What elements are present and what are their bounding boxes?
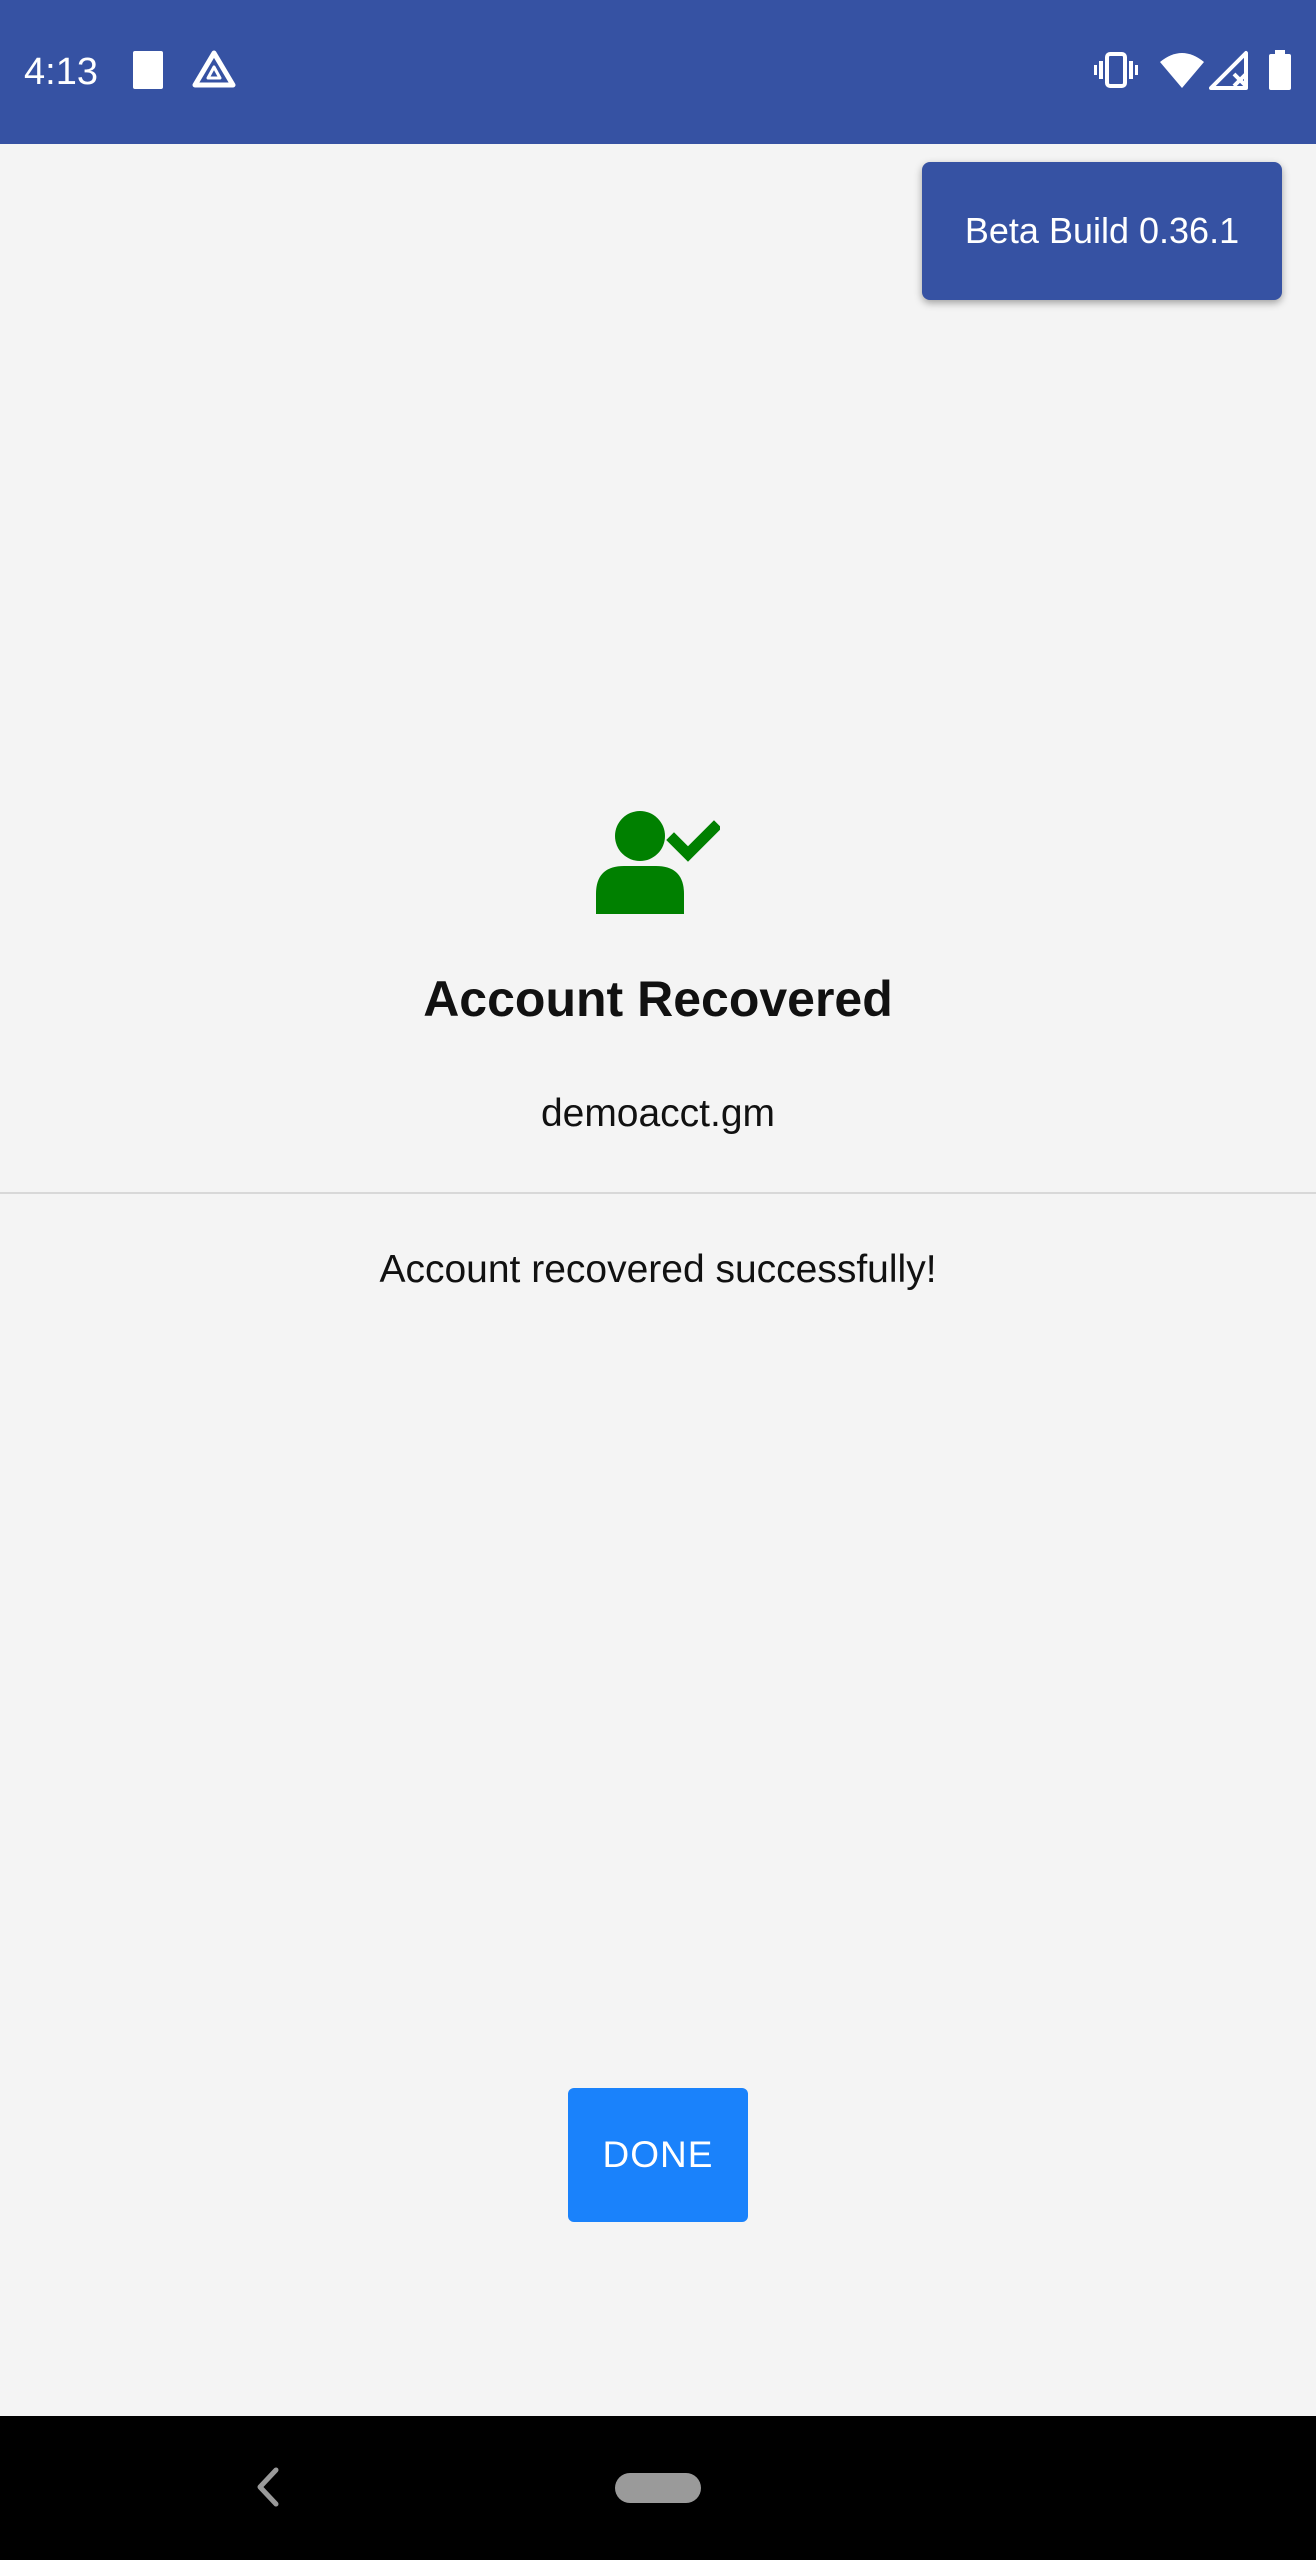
home-pill[interactable] (615, 2473, 701, 2503)
account-name: demoacct.gm (540, 1092, 776, 1135)
done-button[interactable]: DONE (568, 2088, 748, 2222)
battery-icon (1268, 50, 1292, 95)
account-check-icon (596, 810, 722, 914)
beta-build-badge: Beta Build 0.36.1 (922, 162, 1282, 300)
navigation-bar (0, 2416, 1316, 2560)
done-button-label: DONE (602, 2134, 714, 2175)
beta-build-label: Beta Build 0.36.1 (964, 210, 1240, 251)
wifi-icon (1158, 50, 1206, 95)
page-title: Account Recovered (423, 971, 893, 1027)
app-screen: 4:13 Beta Build 0.36.1 Account Recovered… (0, 0, 1316, 2560)
no-signal-icon (1208, 50, 1250, 95)
sim-card-icon (132, 50, 164, 95)
status-bar: 4:13 (0, 0, 1316, 144)
drive-icon (192, 50, 236, 95)
vibrate-icon (1094, 50, 1138, 95)
status-time: 4:13 (24, 51, 98, 93)
divider (0, 1192, 1316, 1194)
back-icon[interactable] (252, 2462, 282, 2512)
status-message: Account recovered successfully! (379, 1248, 937, 1291)
